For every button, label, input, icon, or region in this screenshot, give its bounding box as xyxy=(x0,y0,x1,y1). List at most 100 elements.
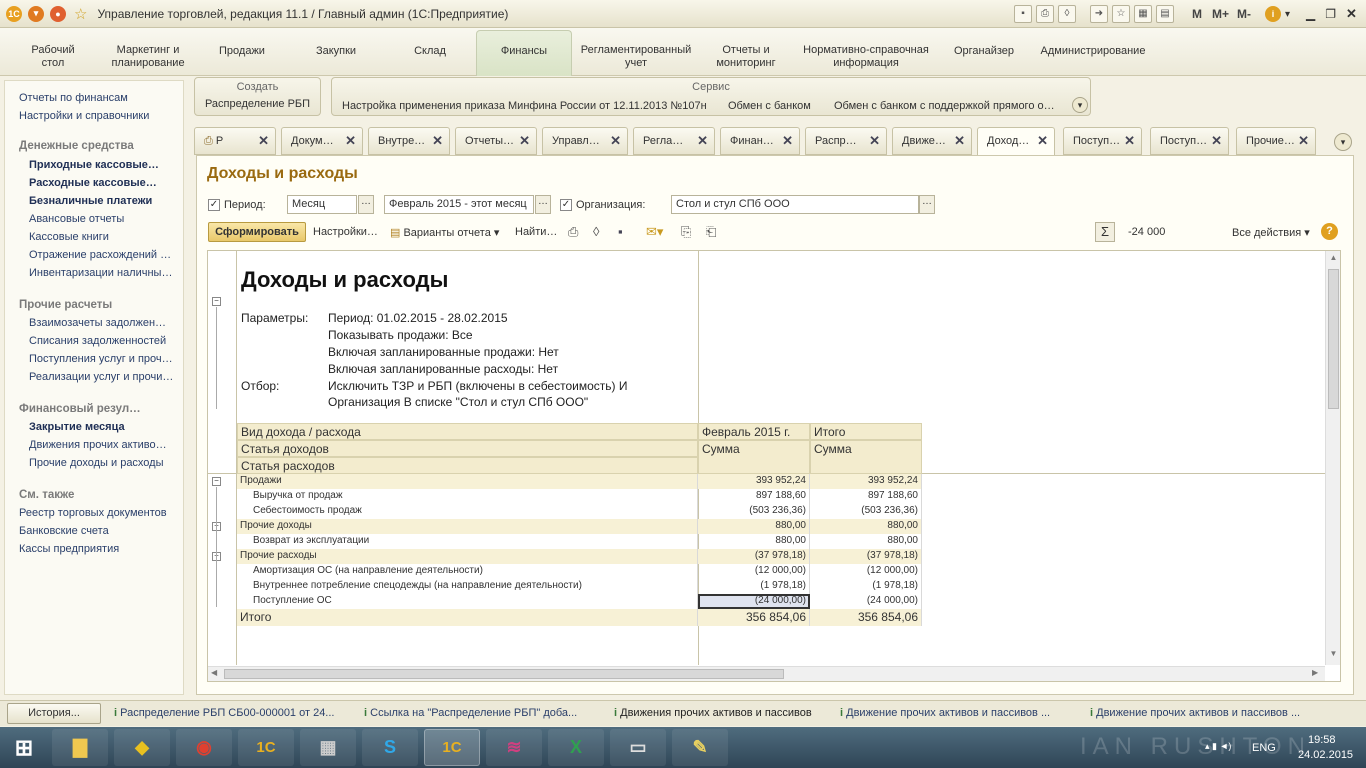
tab-income-expenses[interactable]: Доход… ✕ xyxy=(977,127,1055,156)
service-item-bank-exchange-direct[interactable]: Обмен с банком с поддержкой прямого о… xyxy=(834,100,1055,112)
create-rbp-distribution-button[interactable]: Распределение РБП xyxy=(195,98,320,110)
vertical-scrollbar[interactable]: ▲ ▼ xyxy=(1325,251,1340,665)
sidebar-item[interactable]: Авансовые отчеты xyxy=(29,213,124,225)
copy-icon[interactable]: ⎘ xyxy=(681,224,691,240)
info-icon[interactable]: i xyxy=(1265,6,1282,22)
tab-item[interactable]: Докум… ✕ xyxy=(281,127,363,155)
sidebar-item[interactable]: Списания задолженностей xyxy=(29,335,166,347)
period-checkbox[interactable]: ✓ xyxy=(208,199,220,211)
history-item[interactable]: i Распределение РБП СБ00-000001 от 24... xyxy=(114,707,334,719)
history-item[interactable]: i Движения прочих активов и пассивов xyxy=(614,707,812,719)
organization-checkbox[interactable]: ✓ xyxy=(560,199,572,211)
save-icon[interactable]: ▪ xyxy=(618,224,623,239)
tray-icons[interactable]: ▴ ▮ ◄) xyxy=(1205,741,1231,752)
paint-icon[interactable]: ✎ xyxy=(672,729,728,766)
chrome-icon[interactable]: ◉ xyxy=(176,729,232,766)
sidebar-link[interactable]: Отчеты по финансам xyxy=(19,92,128,104)
tab-item[interactable]: Прочие… ✕ xyxy=(1236,127,1316,155)
zoom-m-button[interactable]: M xyxy=(1192,7,1202,21)
organization-select-button[interactable]: … xyxy=(919,195,935,214)
star-icon[interactable]: ☆ xyxy=(74,5,87,23)
sidebar-link[interactable]: Настройки и справочники xyxy=(19,110,149,122)
service-item-minfin-setting[interactable]: Настройка применения приказа Минфина Рос… xyxy=(342,100,707,112)
tab-item[interactable]: Поступ… ✕ xyxy=(1063,127,1142,155)
find-button[interactable]: Найти… xyxy=(515,226,557,238)
section-warehouse[interactable]: Склад xyxy=(400,45,460,58)
minimize-icon[interactable]: ▁ xyxy=(1306,7,1315,21)
books-icon[interactable]: ≋ xyxy=(486,729,542,766)
tab-close-icon[interactable]: ✕ xyxy=(869,133,880,149)
period-value-select-button[interactable]: … xyxy=(535,195,551,214)
onec-icon[interactable]: 1С xyxy=(238,729,294,766)
tab-item[interactable]: Поступ… ✕ xyxy=(1150,127,1229,155)
scroll-up-icon[interactable]: ▲ xyxy=(1326,253,1341,262)
section-reference[interactable]: Нормативно-справочная информация xyxy=(796,44,936,70)
tab-close-icon[interactable]: ✕ xyxy=(1037,133,1048,149)
remote-desktop-icon[interactable]: ▭ xyxy=(610,729,666,766)
sidebar-item[interactable]: Кассовые книги xyxy=(29,231,109,243)
maximize-icon[interactable]: ❐ xyxy=(1325,7,1336,21)
preview-icon[interactable]: ◊ xyxy=(1058,5,1076,23)
tabs-list-icon[interactable]: ▾ xyxy=(1334,133,1352,151)
sidebar-item[interactable]: Движения прочих активо… xyxy=(29,439,167,451)
sidebar-link[interactable]: Кассы предприятия xyxy=(19,543,119,555)
all-actions-button[interactable]: Все действия ▾ xyxy=(1232,226,1310,239)
calendar-icon[interactable]: ▦ xyxy=(1134,5,1152,23)
zoom-plus-button[interactable]: M+ xyxy=(1212,7,1229,21)
sidebar-item[interactable]: Инвентаризации наличны… xyxy=(29,267,172,279)
tab-close-icon[interactable]: ✕ xyxy=(1298,133,1309,149)
explorer-icon[interactable]: ▇ xyxy=(52,729,108,766)
scrollbar-thumb[interactable] xyxy=(1328,269,1339,409)
sidebar-item[interactable]: Отражение расхождений … xyxy=(29,249,171,261)
sidebar-item[interactable]: Взаимозачеты задолжен… xyxy=(29,317,166,329)
sidebar-item[interactable]: Реализации услуг и прочи… xyxy=(29,371,173,383)
section-purchases[interactable]: Закупки xyxy=(304,45,368,58)
period-type-field[interactable]: Месяц xyxy=(287,195,357,214)
settings-button[interactable]: Настройки… xyxy=(313,226,378,238)
section-finance[interactable]: Финансы xyxy=(476,30,572,76)
service-item-bank-exchange[interactable]: Обмен с банком xyxy=(728,100,811,112)
collapse-icon[interactable]: − xyxy=(212,477,221,486)
zoom-minus-button[interactable]: M- xyxy=(1237,7,1251,21)
tab-close-icon[interactable]: ✕ xyxy=(519,133,530,149)
tab-close-icon[interactable]: ✕ xyxy=(782,133,793,149)
print-preview-icon[interactable]: ◊ xyxy=(593,224,599,239)
expand-icon[interactable]: ▾ xyxy=(1072,97,1088,113)
sidebar-item[interactable]: Закрытие месяца xyxy=(29,421,125,433)
section-organizer[interactable]: Органайзер xyxy=(946,45,1022,58)
onec-active-icon[interactable]: 1С xyxy=(424,729,480,766)
collapse-icon[interactable]: − xyxy=(212,297,221,306)
tab-close-icon[interactable]: ✕ xyxy=(610,133,621,149)
period-value-field[interactable]: Февраль 2015 - этот месяц xyxy=(384,195,534,214)
scroll-right-icon[interactable]: ▶ xyxy=(1312,668,1318,677)
organization-field[interactable]: Стол и стул СПб ООО xyxy=(671,195,919,214)
generate-button[interactable]: Сформировать xyxy=(208,222,306,242)
excel-icon[interactable]: X xyxy=(548,729,604,766)
tab-item[interactable]: Управл… ✕ xyxy=(542,127,628,155)
save-icon[interactable]: ▪ xyxy=(1014,5,1032,23)
tab-close-icon[interactable]: ✕ xyxy=(258,133,269,149)
tab-item[interactable]: Финан… ✕ xyxy=(720,127,800,155)
clock-time[interactable]: 19:58 xyxy=(1308,734,1336,746)
sidebar-item[interactable]: Прочие доходы и расходы xyxy=(29,457,164,469)
forward-icon[interactable]: ➜ xyxy=(1090,5,1108,23)
print-icon[interactable]: ⎙ xyxy=(568,224,578,240)
section-desktop[interactable]: Рабочий стол xyxy=(18,44,88,70)
favorite-icon[interactable]: ☆ xyxy=(1112,5,1130,23)
section-regulated-accounting[interactable]: Регламентированный учет xyxy=(576,44,696,70)
tab-close-icon[interactable]: ✕ xyxy=(1124,133,1135,149)
tab-close-icon[interactable]: ✕ xyxy=(345,133,356,149)
tab-item[interactable]: Внутре… ✕ xyxy=(368,127,450,155)
history-item[interactable]: i Ссылка на "Распределение РБП" доба... xyxy=(364,707,577,719)
sidebar-link[interactable]: Реестр торговых документов xyxy=(19,507,167,519)
period-type-select-button[interactable]: … xyxy=(358,195,374,214)
email-icon[interactable]: ✉▾ xyxy=(646,224,663,240)
calculator-icon[interactable]: ▦ xyxy=(300,729,356,766)
record-icon[interactable]: ● xyxy=(50,5,66,22)
close-icon[interactable]: ✕ xyxy=(1346,6,1357,22)
skype-icon[interactable]: S xyxy=(362,729,418,766)
sidebar-item[interactable]: Расходные кассовые… xyxy=(29,177,157,189)
bat-app-icon[interactable]: ◆ xyxy=(114,729,170,766)
app-logo-icon[interactable]: 1С xyxy=(6,5,22,22)
print-icon[interactable]: ⎙ xyxy=(1036,5,1054,23)
